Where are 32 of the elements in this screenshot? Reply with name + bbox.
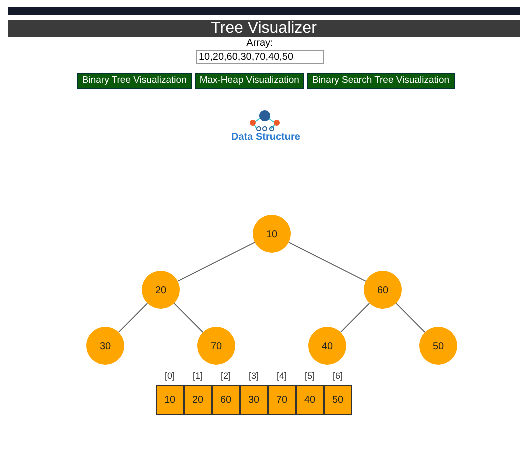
array-input-field[interactable]: 10,20,60,30,70,40,50 (196, 50, 324, 64)
visualization-button[interactable]: Max-Heap Visualization (194, 73, 304, 89)
array-cell: 20 (184, 385, 212, 415)
tree-node: 60 (364, 271, 402, 309)
array-label: Array: (246, 38, 274, 50)
tree-node: 20 (142, 271, 180, 309)
visualization-button[interactable]: Binary Tree Visualization (77, 73, 192, 89)
tree-edge (174, 303, 204, 333)
array-index: [0] (164, 371, 175, 382)
tree-edge (396, 303, 426, 333)
array-cell: 50 (324, 385, 352, 415)
tree-node: 30 (86, 327, 124, 365)
tree-node: 10 (253, 215, 291, 253)
array-index: [3] (248, 371, 259, 382)
page-title: Tree Visualizer (211, 20, 317, 36)
array-index: [6] (332, 371, 343, 382)
array-cell: 70 (268, 385, 296, 415)
array-cell: 40 (296, 385, 324, 415)
array-cell: 10 (156, 385, 184, 415)
array-index: [4] (276, 371, 287, 382)
array-index: [1] (192, 371, 203, 382)
array-cell: 30 (240, 385, 268, 415)
tree-edge (340, 303, 370, 333)
array-index: [2] (220, 371, 231, 382)
tree-node: 40 (308, 327, 346, 365)
tree-edge (118, 303, 148, 333)
visualization-button[interactable]: Binary Search Tree Visualization (307, 73, 455, 89)
array-cell: 60 (212, 385, 240, 415)
tree-node: 70 (198, 327, 236, 365)
tree-node: 50 (420, 327, 458, 365)
logo-caption: Data Structure (232, 132, 300, 144)
array-index: [5] (304, 371, 315, 382)
